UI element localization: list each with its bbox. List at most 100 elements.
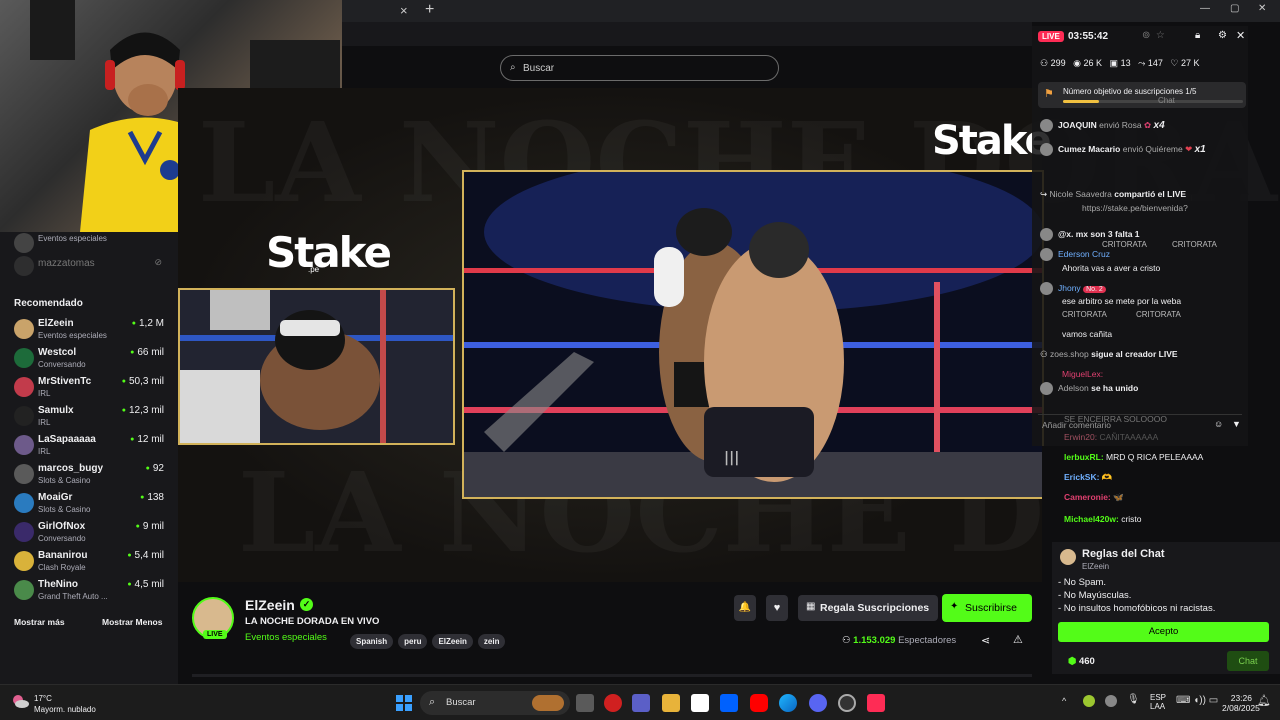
sidebar-item-girlofnox[interactable]: GirlOfNox Conversando 9 mil	[14, 521, 164, 549]
share-icon[interactable]: ⋖	[981, 634, 990, 647]
sidebar-item-mrstiventc[interactable]: MrStivenTc IRL 50,3 mil	[14, 376, 164, 404]
sidebar-item-lasapaaaaa[interactable]: LaSapaaaaa IRL 12 mil	[14, 434, 164, 462]
tag[interactable]: peru	[398, 634, 428, 649]
task-view-icon[interactable]	[576, 694, 594, 712]
goal-bar-fill	[1063, 100, 1099, 103]
obs-icon[interactable]	[838, 694, 856, 712]
lock-icon[interactable]: 🔒︎	[1195, 30, 1200, 41]
channel-name: TheNino	[38, 579, 78, 590]
tab-close-icon[interactable]: ×	[400, 3, 408, 18]
points-icon: ⬢	[1068, 656, 1079, 667]
sidebar-item-bananirou[interactable]: Bananirou Clash Royale 5,4 mil	[14, 550, 164, 578]
tag[interactable]: Spanish	[350, 634, 394, 649]
file-explorer-icon[interactable]	[662, 694, 680, 712]
tray-app-icon[interactable]	[1083, 695, 1095, 707]
language-indicator[interactable]: ESP LAA	[1150, 693, 1166, 711]
spam-message: CRITORATA	[1136, 310, 1181, 319]
eye-icon: ◉	[1073, 58, 1081, 68]
chat-send-button[interactable]: Chat	[1227, 651, 1269, 671]
microphone-icon[interactable]: 🎙︎	[1127, 694, 1140, 705]
avatar	[1040, 143, 1053, 156]
dropbox-icon[interactable]	[720, 694, 738, 712]
sidebar-item-samulx[interactable]: Samulx IRL 12,3 mil	[14, 405, 164, 433]
follow-heart-icon[interactable]: ♥	[766, 595, 788, 621]
viewer-count: 4,5 mil	[127, 579, 164, 590]
avatar	[1040, 382, 1053, 395]
notification-bell-icon[interactable]: 🔔	[734, 595, 756, 621]
gear-icon[interactable]: ⚙	[1218, 30, 1227, 41]
channel-category: Slots & Casino	[38, 476, 91, 485]
viewers-label: Espectadores	[898, 635, 957, 646]
channel-points[interactable]: ⬢ 460	[1068, 656, 1095, 667]
clock[interactable]: 23:26 2/08/2025	[1222, 693, 1260, 713]
chat-user: Cameronie:	[1064, 492, 1111, 502]
sidebar-item-westcol[interactable]: Westcol Conversando 66 mil	[14, 347, 164, 375]
weather-desc[interactable]: Mayorm. nublado	[34, 705, 96, 714]
show-less-link[interactable]: Mostrar Menos	[102, 617, 162, 627]
taskbar-search[interactable]: ⌕ Buscar	[420, 691, 570, 715]
minimize-icon[interactable]: —	[1200, 3, 1210, 14]
channel-name: GirlOfNox	[38, 521, 86, 532]
discord-icon[interactable]	[809, 694, 827, 712]
viewer-count: 9 mil	[136, 521, 164, 532]
sidebar-item-marcos-bugy[interactable]: marcos_bugy Slots & Casino 92	[14, 463, 164, 491]
sidebar-item-moaigr[interactable]: MoaiGr Slots & Casino 138	[14, 492, 164, 520]
emoji-icon[interactable]: ☺	[1214, 419, 1223, 429]
rule-item: - No insultos homofóbicos ni racistas.	[1058, 603, 1216, 614]
chat-user: Jhony	[1058, 282, 1081, 293]
chat-link[interactable]: https://stake.pe/bienvenida?	[1082, 203, 1280, 213]
goal-progress: 1/5	[1185, 87, 1197, 96]
app-icon-red[interactable]	[604, 694, 622, 712]
search-highlight-icon	[532, 695, 564, 711]
chat-text: cristo	[1121, 514, 1142, 524]
gift-subs-button[interactable]: ▦ Regala Suscripciones	[798, 595, 938, 621]
chat-text: MRD Q RICA PELEAAAA	[1106, 452, 1204, 462]
window-close-icon[interactable]: ✕	[1258, 3, 1266, 14]
ghost-chat-label: Chat	[1158, 96, 1175, 105]
show-more-link[interactable]: Mostrar más	[14, 617, 65, 627]
stat-views: 26 K	[1083, 58, 1103, 68]
filter-icon[interactable]: ▼	[1232, 419, 1241, 429]
channel-category: Conversando	[38, 534, 86, 543]
report-icon[interactable]: ⚠	[1013, 633, 1023, 646]
viewers-icon: ⚇	[842, 635, 851, 646]
spam-message: CRITORATA	[1172, 240, 1217, 249]
clock-date: 2/08/2025	[1222, 703, 1260, 713]
sidebar-item-thenino[interactable]: TheNino Grand Theft Auto ... 4,5 mil	[14, 579, 164, 607]
weather-icon[interactable]	[10, 691, 30, 711]
settings-icons[interactable]: ⊚ ☆	[1142, 30, 1165, 41]
youtube-icon[interactable]	[750, 694, 768, 712]
network-volume-icons[interactable]: ⌨︎ ◖)) ▭	[1176, 695, 1218, 706]
stream-category[interactable]: Eventos especiales	[245, 632, 327, 643]
secondary-camera-feed[interactable]	[178, 288, 455, 445]
chat-user: lerbuxRL:	[1064, 452, 1104, 462]
teams-icon[interactable]	[632, 694, 650, 712]
offline-icon: ⊘	[154, 257, 162, 267]
sidebar-item-mazzatomas[interactable]: mazzatomas ⊘	[14, 255, 164, 283]
tray-app-icon[interactable]	[1105, 695, 1117, 707]
channel-category: IRL	[38, 389, 51, 398]
store-icon[interactable]	[691, 694, 709, 712]
weather-temp[interactable]: 17°C	[34, 694, 52, 703]
live-timer: 03:55:42	[1068, 31, 1109, 42]
search-input[interactable]: ⌕ Buscar	[500, 55, 779, 81]
subscribe-label: Suscribirse	[965, 602, 1017, 614]
maximize-icon[interactable]: ▢	[1230, 3, 1239, 14]
tag[interactable]: zein	[477, 634, 506, 649]
main-video-player[interactable]: |||	[462, 170, 1044, 499]
tiktok-icon[interactable]	[867, 694, 885, 712]
sidebar-item-elzeein[interactable]: ElZeein Eventos especiales 1,2 M	[14, 318, 164, 346]
close-icon[interactable]: ✕	[1236, 29, 1245, 42]
tray-chevron-icon[interactable]: ^	[1062, 696, 1066, 706]
accept-rules-button[interactable]: Acepto	[1058, 622, 1269, 642]
channel-name[interactable]: ElZeein	[245, 597, 295, 613]
channel-category: Eventos especiales	[38, 331, 107, 340]
notification-bell-icon[interactable]: 🔔︎	[1257, 694, 1271, 707]
windows-start-icon[interactable]	[396, 695, 412, 711]
stake-pe-logo: Stake	[266, 228, 392, 277]
new-tab-icon[interactable]: +	[425, 1, 434, 19]
subscribe-button[interactable]: ✦ Suscribirse	[942, 594, 1032, 622]
chat-user: Ederson Cruz	[1058, 248, 1110, 259]
edge-icon[interactable]	[779, 694, 797, 712]
tag[interactable]: ElZeein	[432, 634, 473, 649]
